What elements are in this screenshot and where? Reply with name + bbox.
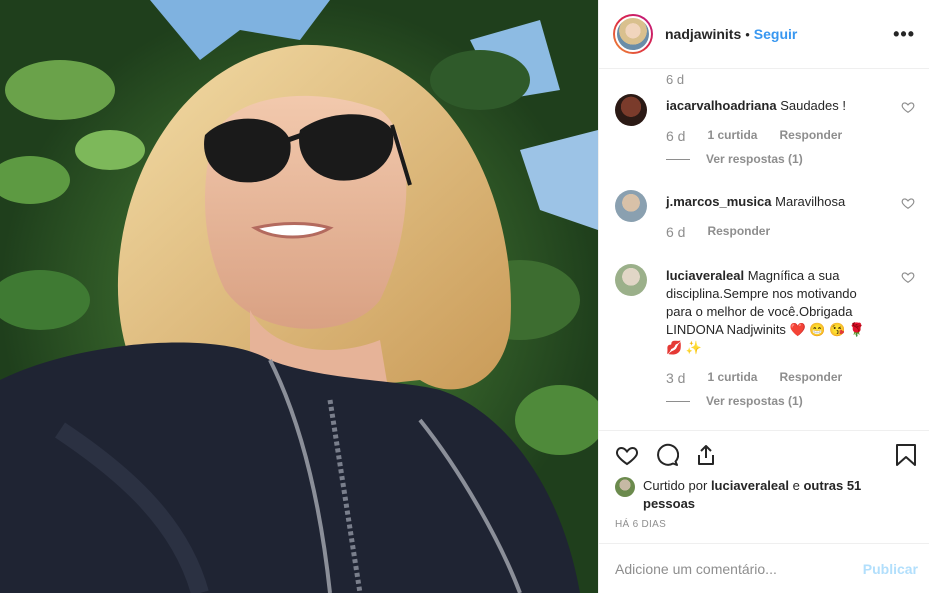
author-username[interactable]: nadjawinits <box>665 26 741 42</box>
author-avatar[interactable] <box>613 14 653 54</box>
add-comment-bar: Adicione um comentário... Publicar <box>599 543 929 593</box>
instagram-post-modal: nadjawinits • Seguir ••• 6 d iacarvalhoa… <box>0 0 929 593</box>
comment-likes[interactable]: 1 curtida <box>707 128 757 144</box>
comment-input[interactable]: Adicione um comentário... <box>615 561 863 577</box>
follow-button[interactable]: Seguir <box>754 26 798 42</box>
heart-icon[interactable] <box>901 196 915 210</box>
header-separator: • <box>745 26 750 42</box>
post-header: nadjawinits • Seguir ••• <box>599 0 929 69</box>
comment-age: 6 d <box>666 128 686 144</box>
view-replies-label: Ver respostas (1) <box>706 152 803 166</box>
view-replies-label: Ver respostas (1) <box>706 394 803 408</box>
post-actions: Curtido por luciaveraleal e outras 51 pe… <box>599 430 929 543</box>
liked-by-and: e <box>792 478 800 493</box>
reply-button[interactable]: Responder <box>779 128 842 144</box>
post-timestamp[interactable]: HÁ 6 DIAS <box>615 519 666 530</box>
heart-icon[interactable] <box>901 270 915 284</box>
liked-by-user[interactable]: luciaveraleal <box>711 478 789 493</box>
comment-item: luciaveraleal Magnífica a sua disciplina… <box>615 264 915 414</box>
comment-username[interactable]: iacarvalhoadriana <box>666 98 777 113</box>
liked-by-text: Curtido por luciaveraleal e outras 51 pe… <box>643 477 903 513</box>
comment-text: Saudades ! <box>780 98 846 113</box>
reply-button[interactable]: Responder <box>707 224 770 240</box>
heart-icon[interactable] <box>901 100 915 114</box>
comment-item: iacarvalhoadriana Saudades ! 6 d 1 curti… <box>615 94 915 174</box>
commenter-avatar[interactable] <box>615 190 647 222</box>
liker-avatar[interactable] <box>615 477 635 497</box>
like-heart-icon[interactable] <box>615 443 639 467</box>
comment-body: iacarvalhoadriana Saudades ! <box>666 97 881 115</box>
post-side-panel: nadjawinits • Seguir ••• 6 d iacarvalhoa… <box>598 0 929 593</box>
comment-age: 3 d <box>666 370 686 386</box>
post-photo[interactable] <box>0 0 598 593</box>
post-image <box>0 0 598 593</box>
comments-list[interactable]: 6 d iacarvalhoadriana Saudades ! 6 d 1 c… <box>599 70 929 430</box>
reply-button[interactable]: Responder <box>779 370 842 386</box>
comment-username[interactable]: j.marcos_musica <box>666 194 772 209</box>
replies-line <box>666 400 690 402</box>
view-replies-button[interactable]: Ver respostas (1) <box>666 394 803 408</box>
comment-meta: 6 d 1 curtida Responder <box>666 128 842 144</box>
comment-item: j.marcos_musica Maravilhosa 6 d Responde… <box>615 190 915 250</box>
replies-line <box>666 158 690 160</box>
commenter-avatar[interactable] <box>615 264 647 296</box>
comment-likes[interactable]: 1 curtida <box>707 370 757 386</box>
more-options-icon[interactable]: ••• <box>893 24 915 45</box>
comment-text: Maravilhosa <box>775 194 846 209</box>
share-icon[interactable] <box>694 443 718 467</box>
commenter-avatar[interactable] <box>615 94 647 126</box>
comment-body: j.marcos_musica Maravilhosa <box>666 193 881 211</box>
bookmark-icon[interactable] <box>895 443 917 467</box>
comment-username[interactable]: luciaveraleal <box>666 268 744 283</box>
comment-meta: 3 d 1 curtida Responder <box>666 370 842 386</box>
publish-button[interactable]: Publicar <box>863 561 918 577</box>
view-replies-button[interactable]: Ver respostas (1) <box>666 152 803 166</box>
comment-age: 6 d <box>666 224 686 240</box>
action-icons <box>615 443 917 469</box>
comment-body: luciaveraleal Magnífica a sua disciplina… <box>666 267 881 357</box>
comment-meta: 6 d Responder <box>666 224 770 240</box>
comment-bubble-icon[interactable] <box>655 443 679 467</box>
caption-age: 6 d <box>666 72 685 87</box>
liked-by-prefix: Curtido por <box>643 478 708 493</box>
